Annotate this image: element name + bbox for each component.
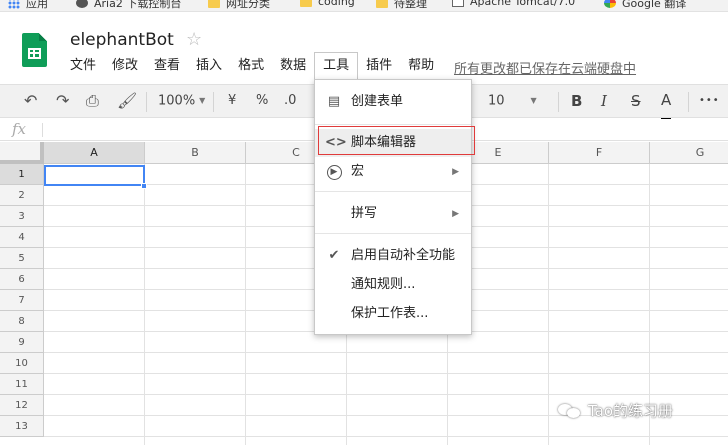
play-circle-icon: ▶ bbox=[325, 158, 343, 186]
row-header[interactable]: 13 bbox=[0, 416, 44, 437]
star-icon[interactable]: ☆ bbox=[186, 29, 202, 50]
row-header[interactable]: 1 bbox=[0, 164, 44, 185]
menu-item-spelling[interactable]: 拼写 ▶ bbox=[315, 200, 471, 228]
menu-edit[interactable]: 修改 bbox=[104, 52, 146, 80]
menu-addons[interactable]: 插件 bbox=[358, 52, 400, 80]
menu-format[interactable]: 格式 bbox=[230, 52, 272, 80]
menu-view[interactable]: 查看 bbox=[146, 52, 188, 80]
row-header[interactable]: 10 bbox=[0, 353, 44, 374]
strikethrough-button[interactable]: S bbox=[631, 85, 641, 117]
menu-data[interactable]: 数据 bbox=[272, 52, 314, 80]
paint-format-icon[interactable]: 🖌 bbox=[117, 85, 137, 117]
bookmark-tomcat[interactable]: Apache Tomcat/7.0 bbox=[452, 0, 575, 8]
menu-item-notification-rules[interactable]: 通知规则... bbox=[315, 271, 471, 299]
row-header[interactable]: 9 bbox=[0, 332, 44, 353]
select-all-corner[interactable] bbox=[0, 142, 44, 164]
row-header[interactable]: 5 bbox=[0, 248, 44, 269]
bookmark-google-translate[interactable]: Google 翻译 bbox=[604, 0, 686, 11]
row-header[interactable]: 3 bbox=[0, 206, 44, 227]
active-cell-a1[interactable] bbox=[44, 165, 145, 186]
tools-dropdown-menu: ▤ 创建表单 <> 脚本编辑器 ▶ 宏 ▶ 拼写 ▶ ✔ 启用自动补全功能 通知… bbox=[314, 79, 472, 335]
menu-divider bbox=[315, 191, 471, 192]
print-icon[interactable]: ⎙ bbox=[86, 85, 99, 117]
bookmark-todo[interactable]: 待整理 bbox=[376, 0, 427, 11]
save-status-link[interactable]: 所有更改都已保存在云端硬盘中 bbox=[454, 58, 636, 77]
menu-item-create-form[interactable]: ▤ 创建表单 bbox=[315, 88, 471, 116]
folder-icon bbox=[376, 0, 388, 8]
zoom-select[interactable]: 100% ▼ bbox=[158, 85, 205, 117]
folder-icon bbox=[208, 0, 220, 8]
form-icon: ▤ bbox=[327, 94, 341, 109]
google-icon bbox=[604, 0, 616, 8]
watermark: Tao的练习册 bbox=[558, 400, 673, 421]
bookmark-aria2[interactable]: Aria2 下载控制台 bbox=[76, 0, 181, 11]
submenu-arrow-icon: ▶ bbox=[452, 209, 459, 219]
bold-button[interactable]: B bbox=[571, 85, 582, 117]
undo-icon[interactable]: ↶ bbox=[24, 85, 37, 117]
redo-icon[interactable]: ↷ bbox=[56, 85, 69, 117]
menu-tools[interactable]: 工具 bbox=[314, 52, 359, 80]
column-header[interactable]: B bbox=[145, 142, 246, 164]
row-header[interactable]: 2 bbox=[0, 185, 44, 206]
row-header[interactable]: 7 bbox=[0, 290, 44, 311]
more-icon[interactable]: ••• bbox=[699, 85, 720, 117]
wechat-icon bbox=[558, 402, 582, 420]
currency-format-button[interactable]: ¥ bbox=[228, 85, 236, 117]
chevron-down-icon: ▼ bbox=[199, 96, 206, 105]
fill-handle[interactable] bbox=[141, 183, 147, 189]
row-header[interactable]: 11 bbox=[0, 374, 44, 395]
column-header[interactable]: G bbox=[650, 142, 728, 164]
row-header[interactable]: 6 bbox=[0, 269, 44, 290]
toolbar-divider bbox=[146, 92, 147, 112]
bookmarks-bar: 应用 Aria2 下载控制台 网址分类 coding 待整理 Apache To… bbox=[0, 0, 728, 12]
formula-divider bbox=[42, 123, 43, 137]
sheets-logo-icon[interactable] bbox=[22, 33, 47, 67]
menu-divider bbox=[315, 124, 471, 125]
annotation-highlight-box bbox=[318, 126, 475, 155]
bookmark-apps[interactable]: 应用 bbox=[8, 0, 48, 11]
menu-help[interactable]: 帮助 bbox=[400, 52, 442, 80]
menu-item-macros[interactable]: ▶ 宏 ▶ bbox=[315, 158, 471, 186]
globe-icon bbox=[76, 0, 88, 8]
menu-item-autocomplete[interactable]: ✔ 启用自动补全功能 bbox=[315, 242, 471, 270]
toolbar-divider bbox=[558, 92, 559, 112]
menubar: 文件 修改 查看 插入 格式 数据 工具 插件 帮助 bbox=[62, 52, 442, 80]
italic-button[interactable]: I bbox=[601, 85, 607, 117]
apps-icon bbox=[8, 0, 20, 9]
menu-divider bbox=[315, 233, 471, 234]
decrease-decimal-button[interactable]: .0 bbox=[284, 85, 296, 117]
row-header[interactable]: 8 bbox=[0, 311, 44, 332]
row-header[interactable]: 12 bbox=[0, 395, 44, 416]
document-title[interactable]: elephantBot bbox=[70, 30, 174, 50]
font-size-select[interactable]: 10 ▼ bbox=[488, 85, 548, 117]
menu-insert[interactable]: 插入 bbox=[188, 52, 230, 80]
menu-item-protect-sheet[interactable]: 保护工作表... bbox=[315, 300, 471, 328]
toolbar-divider bbox=[688, 92, 689, 112]
submenu-arrow-icon: ▶ bbox=[452, 167, 459, 177]
percent-format-button[interactable]: % bbox=[256, 85, 268, 117]
fx-icon: fx bbox=[12, 120, 27, 138]
text-color-button[interactable]: A bbox=[661, 89, 672, 121]
folder-icon bbox=[300, 0, 312, 7]
check-icon: ✔ bbox=[328, 248, 340, 263]
column-header[interactable]: F bbox=[549, 142, 650, 164]
row-header[interactable]: 4 bbox=[0, 227, 44, 248]
bookmark-coding[interactable]: coding bbox=[300, 0, 355, 8]
page-icon bbox=[452, 0, 464, 7]
menu-file[interactable]: 文件 bbox=[62, 52, 104, 80]
chevron-down-icon: ▼ bbox=[530, 96, 537, 105]
toolbar-divider bbox=[213, 92, 214, 112]
column-header[interactable]: A bbox=[44, 142, 145, 164]
bookmark-url-category[interactable]: 网址分类 bbox=[208, 0, 270, 11]
